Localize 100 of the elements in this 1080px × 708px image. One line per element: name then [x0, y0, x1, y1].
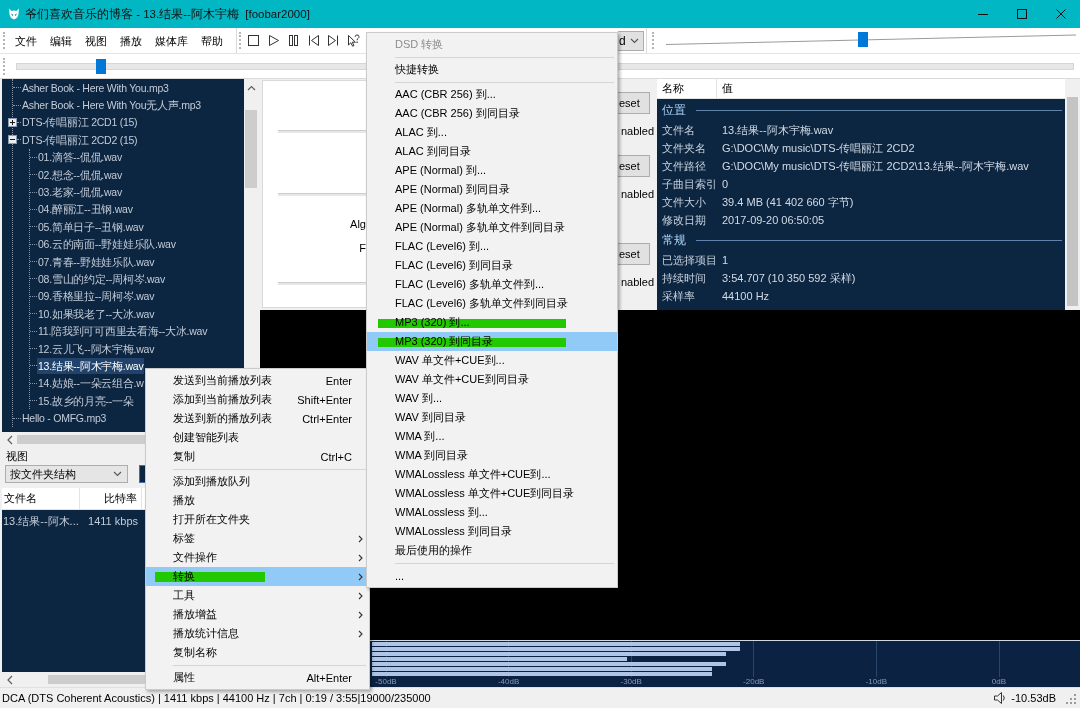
column-header[interactable]: 名称	[657, 79, 717, 98]
skip-forward-icon[interactable]	[326, 34, 340, 47]
tree-item[interactable]: 12.云儿飞--阿木宇梅.wav	[37, 340, 156, 357]
menu-item[interactable]: 添加到播放队列	[146, 472, 369, 491]
menu-item[interactable]: 属性 Alt+Enter	[146, 668, 369, 687]
skip-back-icon[interactable]	[306, 34, 320, 47]
tree-item[interactable]: 02.想念--侃侃.wav	[37, 166, 123, 183]
menu-item[interactable]: WMALossless 到同目录	[367, 522, 617, 541]
tree-item[interactable]: 11.陪我到可可西里去看海--大冰.wav	[37, 323, 209, 340]
menu-item[interactable]: AAC (CBR 256) 到同目录	[367, 104, 617, 123]
menu-item[interactable]: WAV 单文件+CUE到...	[367, 351, 617, 370]
tree-item[interactable]: Asher Book - Here With You.mp3	[21, 79, 170, 96]
menu-item[interactable]: APE (Normal) 到同目录	[367, 180, 617, 199]
menu-item[interactable]: FLAC (Level6) 到...	[367, 237, 617, 256]
column-header[interactable]: 文件名	[2, 488, 80, 509]
menu-item[interactable]: WMALossless 单文件+CUE到...	[367, 465, 617, 484]
menu-item[interactable]: 创建智能列表	[146, 428, 369, 447]
stop-icon[interactable]	[246, 34, 260, 47]
slider-track[interactable]	[278, 130, 366, 133]
menu-item[interactable]: 播放	[146, 491, 369, 510]
scrollbar-thumb[interactable]	[1067, 97, 1078, 306]
column-header[interactable]: 值	[717, 79, 733, 98]
pause-icon[interactable]	[286, 34, 300, 47]
tree-item[interactable]: 15.故乡的月亮--一朵	[37, 392, 135, 409]
question-cursor-icon[interactable]	[346, 34, 360, 47]
tree-item[interactable]: DTS-传唱丽江 2CD2 (15)	[21, 131, 139, 148]
menu-item[interactable]: 视图	[78, 31, 113, 50]
menu-item[interactable]: WAV 到同目录	[367, 408, 617, 427]
menu-item[interactable]: ALAC 到...	[367, 123, 617, 142]
tree-item[interactable]: Hello - OMFG.mp3	[21, 410, 108, 427]
resize-grip-icon[interactable]	[1065, 692, 1076, 704]
slider-thumb[interactable]	[857, 31, 868, 47]
menu-item[interactable]: APE (Normal) 到...	[367, 161, 617, 180]
menu-item[interactable]: APE (Normal) 多轨单文件到...	[367, 199, 617, 218]
chevron-up-icon[interactable]	[246, 85, 256, 91]
maximize-icon[interactable]	[1016, 9, 1027, 19]
tree-item[interactable]: 14.姑娘--一朵云组合.w	[37, 375, 145, 392]
menu-item[interactable]: WMALossless 到...	[367, 503, 617, 522]
menu-item[interactable]: 打开所在文件夹	[146, 510, 369, 529]
tree-item[interactable]: 04.醉丽江--丑钢.wav	[37, 201, 134, 218]
chevron-left-icon[interactable]	[5, 674, 14, 685]
order-dropdown[interactable]: d	[618, 30, 644, 51]
chevron-left-icon[interactable]	[5, 434, 14, 445]
menu-item[interactable]: 帮助	[194, 31, 229, 50]
menu-item[interactable]: APE (Normal) 多轨单文件到同目录	[367, 218, 617, 237]
menu-item[interactable]: 文件操作	[146, 548, 369, 567]
panel-button[interactable]: eset	[618, 92, 650, 114]
menu-item[interactable]: MP3 (320) 到...	[367, 313, 617, 332]
menu-item[interactable]: 添加到当前播放列表 Shift+Enter	[146, 390, 369, 409]
menu-item[interactable]: 播放增益	[146, 605, 369, 624]
column-header[interactable]: 比特率	[80, 488, 142, 509]
menu-item[interactable]: 快捷转换	[367, 60, 617, 79]
tree-item[interactable]: 08.雪山的约定--周柯岑.wav	[37, 271, 166, 287]
filter-field[interactable]	[139, 465, 145, 483]
slider-track[interactable]	[278, 193, 366, 196]
menu-item[interactable]: 播放	[113, 31, 148, 50]
menu-item[interactable]: WAV 单文件+CUE到同目录	[367, 370, 617, 389]
menu-item[interactable]: 编辑	[43, 31, 78, 50]
menu-item[interactable]: 转换	[146, 567, 369, 586]
menu-item[interactable]: 工具	[146, 586, 369, 605]
menu-item[interactable]: 复制 Ctrl+C	[146, 447, 369, 466]
menu-item[interactable]: 文件	[8, 31, 43, 50]
menu-item[interactable]: 播放统计信息	[146, 624, 369, 643]
menu-item[interactable]: FLAC (Level6) 到同目录	[367, 256, 617, 275]
menu-item[interactable]: WAV 到...	[367, 389, 617, 408]
menu-item[interactable]: ALAC 到同目录	[367, 142, 617, 161]
minus-box-icon[interactable]	[8, 135, 17, 145]
menu-item[interactable]: MP3 (320) 到同目录	[367, 332, 617, 351]
tree-item[interactable]: 13.结果--阿木宇梅.wav	[37, 357, 145, 374]
view-dropdown[interactable]: 按文件夹结构	[5, 465, 128, 483]
menu-item[interactable]: ...	[367, 566, 617, 585]
menu-item[interactable]: FLAC (Level6) 多轨单文件到同目录	[367, 294, 617, 313]
tree-item[interactable]: 07.青春--野娃娃乐队.wav	[37, 253, 156, 270]
tree-item[interactable]: 10.如果我老了--大冰.wav	[37, 305, 156, 322]
menu-item[interactable]: WMALossless 单文件+CUE到同目录	[367, 484, 617, 503]
menu-item[interactable]: 发送到新的播放列表 Ctrl+Enter	[146, 409, 369, 428]
menu-item[interactable]: 复制名称	[146, 643, 369, 662]
menu-item[interactable]: 媒体库	[148, 31, 194, 50]
panel-button[interactable]: eset	[618, 155, 650, 177]
play-icon[interactable]	[266, 34, 280, 47]
speaker-icon[interactable]	[993, 691, 1008, 705]
menu-item[interactable]: WMA 到...	[367, 427, 617, 446]
tree-item[interactable]: 06.云的南面--野娃娃乐队.wav	[37, 236, 177, 253]
panel-button[interactable]: eset	[618, 243, 650, 265]
tree-item[interactable]: Asher Book - Here With You无人声.mp3	[21, 97, 202, 114]
menu-item[interactable]: 最后使用的操作	[367, 541, 617, 560]
tree-item[interactable]: 05.简单日子--丑钢.wav	[37, 218, 145, 235]
plus-box-icon[interactable]	[8, 117, 17, 127]
slider-thumb[interactable]	[96, 58, 107, 74]
menu-item[interactable]: 发送到当前播放列表 Enter	[146, 371, 369, 390]
scrollbar-thumb[interactable]	[245, 110, 257, 188]
slider-track[interactable]	[278, 282, 366, 285]
menu-item[interactable]: AAC (CBR 256) 到...	[367, 85, 617, 104]
menu-item[interactable]: WMA 到同目录	[367, 446, 617, 465]
tree-item[interactable]: DTS-传唱丽江 2CD1 (15)	[21, 114, 139, 131]
tree-item[interactable]: 01.滴答--侃侃.wav	[37, 149, 123, 166]
tree-item[interactable]: 09.香格里拉--周柯岑.wav	[37, 288, 156, 305]
tree-item[interactable]: 03.老家--侃侃.wav	[37, 184, 123, 201]
menu-item[interactable]: 标签	[146, 529, 369, 548]
scrollbar-thumb[interactable]	[17, 435, 145, 444]
